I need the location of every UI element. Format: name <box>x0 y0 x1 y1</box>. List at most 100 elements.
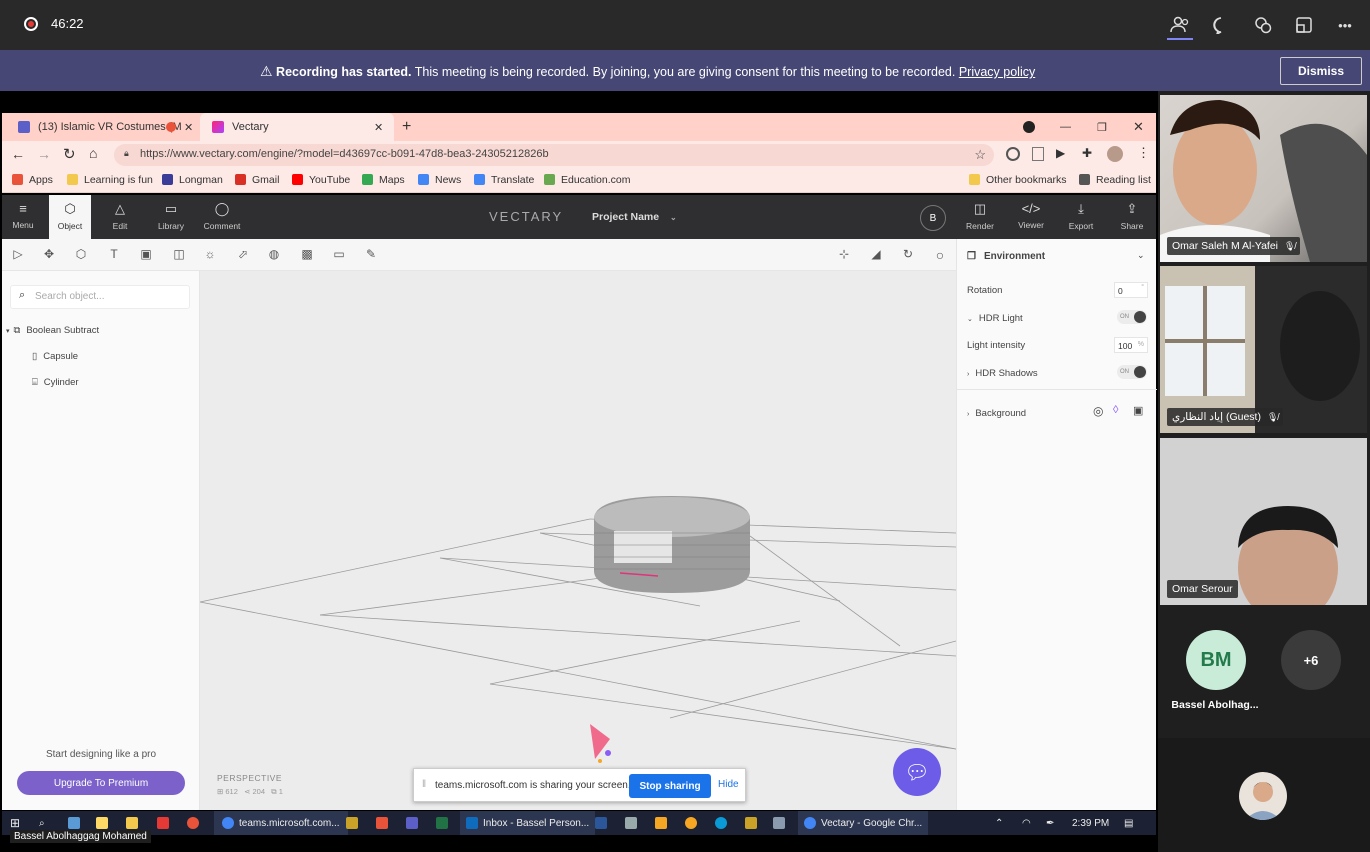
environment-header[interactable]: ❐ Environment <box>967 251 1045 262</box>
bookmark-maps[interactable]: Maps <box>362 174 405 186</box>
edit-square-icon[interactable]: ✎ <box>363 247 379 263</box>
bookmark-gmail[interactable]: Gmail <box>235 174 279 186</box>
profile-avatar[interactable] <box>1107 146 1123 162</box>
minimize-icon[interactable]: — <box>1060 113 1071 141</box>
rotation-input[interactable]: 0 ° <box>1114 282 1148 298</box>
taskbar-word-icon[interactable] <box>595 811 612 835</box>
bg-color-icon[interactable]: ◊ <box>1113 404 1118 416</box>
select-icon[interactable]: ▷ <box>10 247 26 263</box>
people-icon[interactable] <box>1168 13 1192 37</box>
sphere-material-icon[interactable]: ◍ <box>266 247 282 263</box>
environment-circle-icon[interactable]: ○ <box>932 247 948 263</box>
text-icon[interactable]: T <box>106 247 122 263</box>
tree-item-cylinder[interactable]: ⌸ Cylinder <box>32 377 79 388</box>
more-participants-button[interactable]: +6 <box>1281 630 1341 690</box>
bookmark-education[interactable]: Education.com <box>544 174 630 186</box>
taskbar-edge-icon[interactable] <box>715 811 732 835</box>
browser-tab-teams[interactable]: (13) Islamic VR Costumes (M ✕ <box>6 113 198 141</box>
taskbar-app-icon[interactable] <box>157 811 174 835</box>
bg-image-icon[interactable]: ▣ <box>1133 404 1143 417</box>
camera-label[interactable]: PERSPECTIVE <box>217 773 282 783</box>
bookmark-apps[interactable]: Apps <box>12 174 53 186</box>
taskbar-office-icon[interactable] <box>376 811 393 835</box>
hdr-light-toggle[interactable]: ON <box>1117 310 1147 324</box>
taskbar-app-icon[interactable] <box>346 811 363 835</box>
export-button[interactable]: ⤓ Export <box>1060 201 1102 231</box>
comment-tab[interactable]: ◯ Comment <box>201 201 243 231</box>
image-icon[interactable]: ▣ <box>138 247 154 263</box>
cursor-extension-icon[interactable]: ▶ <box>1056 146 1065 160</box>
light-icon[interactable]: ☼ <box>202 247 218 263</box>
hide-button[interactable]: Hide <box>718 779 739 790</box>
home-icon[interactable]: ⌂ <box>89 145 97 161</box>
search-input[interactable]: Search object... ⌕ <box>10 285 190 309</box>
background-label[interactable]: › Background <box>967 408 1026 419</box>
address-bar[interactable]: 🔒︎ https://www.vectary.com/engine/?model… <box>114 144 994 166</box>
close-icon[interactable]: ✕ <box>184 121 193 134</box>
notifications-icon[interactable]: ▤ <box>1124 811 1133 835</box>
taskbar-app-icon[interactable] <box>655 811 672 835</box>
reader-icon[interactable] <box>1032 147 1044 161</box>
menu-button[interactable]: ≡ Menu <box>2 201 44 230</box>
project-name[interactable]: Project Name ⌄ <box>592 211 677 223</box>
group-folder-icon[interactable]: ▭ <box>331 247 347 263</box>
pen-icon[interactable]: ✒ <box>1046 811 1054 835</box>
taskbar-app-icon[interactable] <box>187 811 204 835</box>
library-tab[interactable]: ▭ Library <box>150 201 192 231</box>
wifi-icon[interactable]: ◠ <box>1022 811 1031 835</box>
bookmark-translate[interactable]: Translate <box>474 174 534 186</box>
bookmark-learning[interactable]: Learning is fun <box>67 174 153 186</box>
camera-icon[interactable]: ◫ <box>171 247 187 263</box>
viewer-button[interactable]: </> Viewer <box>1010 201 1052 230</box>
taskbar-app-icon[interactable] <box>625 811 642 835</box>
close-icon[interactable]: ✕ <box>374 121 383 134</box>
bookmark-news[interactable]: News <box>418 174 461 186</box>
chevron-down-icon[interactable]: ⌄ <box>1137 250 1145 261</box>
stop-sharing-button[interactable]: Stop sharing <box>629 774 711 798</box>
hdr-shadows-toggle[interactable]: ON <box>1117 365 1147 379</box>
forward-icon[interactable]: → <box>37 146 51 162</box>
taskbar-app-icon[interactable] <box>745 811 762 835</box>
taskbar-chrome-vectary[interactable]: Vectary - Google Chr... <box>798 811 929 835</box>
transform-icon[interactable]: ✥ <box>41 247 57 263</box>
taskbar-clock[interactable]: 2:39 PM <box>1072 811 1109 835</box>
restore-icon[interactable]: ❐ <box>1097 113 1107 141</box>
upgrade-premium-button[interactable]: Upgrade To Premium <box>17 771 185 795</box>
new-tab-button[interactable]: + <box>402 113 411 141</box>
profile-dropdown-icon[interactable] <box>1023 113 1035 141</box>
puzzle-icon[interactable]: ✚ <box>1082 146 1092 160</box>
participant-tile[interactable]: Omar Serour <box>1160 438 1367 605</box>
share-button[interactable]: ⇪ Share <box>1111 201 1153 231</box>
user-avatar[interactable]: B <box>920 205 946 231</box>
more-icon[interactable]: ••• <box>1333 13 1357 37</box>
bookmark-youtube[interactable]: YouTube <box>292 174 350 186</box>
back-icon[interactable]: ← <box>11 146 25 162</box>
browser-tab-vectary[interactable]: Vectary ✕ <box>200 113 394 141</box>
dismiss-button[interactable]: Dismiss <box>1280 57 1362 85</box>
self-avatar[interactable] <box>1239 772 1287 820</box>
3d-viewport[interactable]: PERSPECTIVE ⊞ 612 ⋖ 204 ⧉ 1 <box>200 271 956 810</box>
drag-handle-icon[interactable]: ‖ <box>422 779 426 790</box>
checker-icon[interactable]: ▩ <box>299 247 315 263</box>
primitive-cube-icon[interactable]: ⬡ <box>73 247 89 263</box>
taskbar-teams-icon[interactable] <box>406 811 423 835</box>
participant-tile[interactable]: Omar Saleh M Al-Yafei 🎙︎̸ <box>1160 95 1367 262</box>
tree-item-boolean[interactable]: ▾ ⧉ Boolean Subtract <box>6 325 99 336</box>
reactions-icon[interactable] <box>1251 13 1275 37</box>
privacy-policy-link[interactable]: Privacy policy <box>959 65 1035 79</box>
focus-icon[interactable]: ⊹ <box>836 247 852 263</box>
bookmark-reading-list[interactable]: Reading list <box>1079 174 1151 186</box>
window-close-icon[interactable]: ✕ <box>1133 113 1144 141</box>
object-tab[interactable]: ⬡ Object <box>49 195 91 239</box>
edit-tab[interactable]: △ Edit <box>99 201 141 231</box>
share-tray-icon[interactable] <box>1292 13 1316 37</box>
chat-icon[interactable] <box>1209 13 1233 37</box>
participant-avatar-bm[interactable]: BM <box>1186 630 1246 690</box>
taskbar-chrome-teams[interactable]: teams.microsoft.com... <box>214 811 348 835</box>
rotate-view-icon[interactable]: ↻ <box>900 247 916 263</box>
light-intensity-input[interactable]: 100% <box>1114 337 1148 353</box>
bookmark-longman[interactable]: Longman <box>162 174 223 186</box>
participant-tile[interactable]: إياد النظاري (Guest) 🎙︎̸ <box>1160 266 1367 433</box>
tray-chevron-icon[interactable]: ⌃ <box>995 811 1003 835</box>
taskbar-app-icon[interactable] <box>773 811 790 835</box>
